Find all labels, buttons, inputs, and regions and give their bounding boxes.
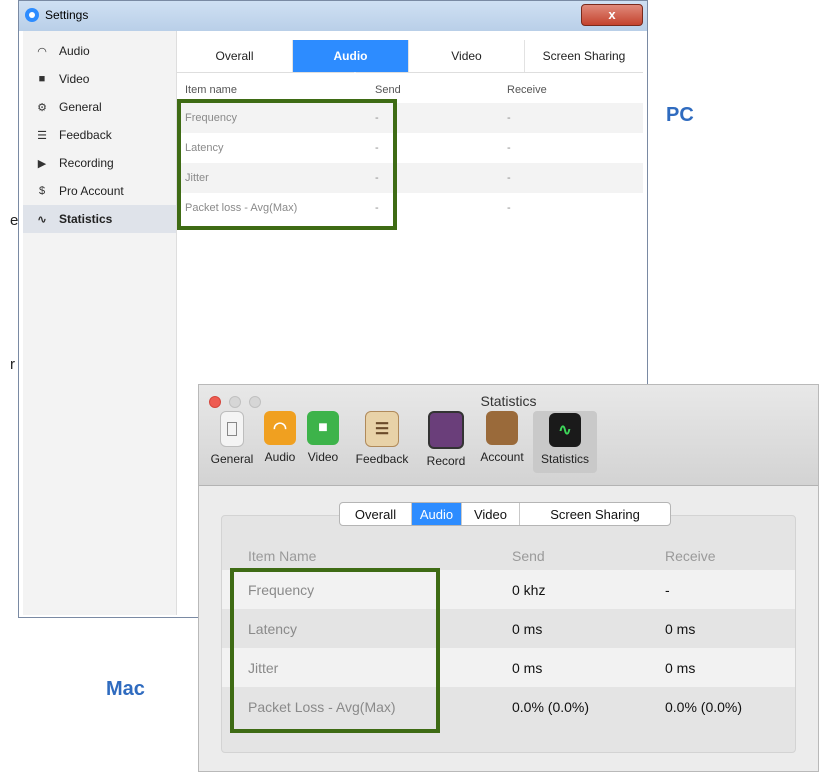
film-icon [428,411,464,449]
pc-window-title: Settings [45,8,89,22]
toolbar-statistics[interactable]: ∿ Statistics [533,411,597,473]
toolbar-video[interactable]: ■ Video [303,411,343,473]
row-send: 0 khz [512,581,546,598]
tab-screen-sharing[interactable]: Screen Sharing [520,503,670,525]
tab-screen-sharing[interactable]: Screen Sharing [525,40,643,72]
sidebar-item-statistics[interactable]: ∿ Statistics [23,205,176,233]
mac-segmented-control: Overall Audio Video Screen Sharing [339,502,671,526]
zoom-app-icon [25,8,39,22]
toolbar-general[interactable]: General [207,411,257,473]
header-item-name: Item name [185,84,237,96]
pulse-icon: ∿ [37,213,47,226]
row-receive: - [507,112,511,124]
header-send: Send [512,547,545,564]
tab-overall[interactable]: Overall [340,503,412,525]
toolbar-label: Statistics [540,452,589,466]
sidebar-item-audio[interactable]: ◠ Audio [23,37,176,65]
header-receive: Receive [507,84,547,96]
row-receive: 0.0% (0.0%) [665,698,743,715]
row-receive: 0 ms [665,659,696,676]
mac-item-highlight-box [230,568,440,733]
toolbar-label: Video [307,450,339,464]
sidebar-item-label: Video [59,72,90,86]
sidebar-item-recording[interactable]: ▶ Recording [23,149,176,177]
toolbar-label: Audio [264,450,296,464]
toolbar-account[interactable]: Account [473,411,531,473]
header-send: Send [375,84,401,96]
row-receive: - [507,172,511,184]
tab-video[interactable]: Video [462,503,520,525]
general-icon [220,411,244,447]
sidebar-item-label: Statistics [59,212,113,226]
header-item-name: Item Name [248,547,317,564]
camera-icon: ■ [307,411,339,445]
mac-window-title: Statistics [480,393,537,409]
tab-video[interactable]: Video [409,40,525,72]
pc-sidebar: ◠ Audio ■ Video ⚙ General ☰ Feedback ▶ R… [23,31,177,615]
toolbar-audio[interactable]: ◠ Audio [261,411,299,473]
sidebar-item-video[interactable]: ■ Video [23,65,176,93]
toolbar-label: General [210,452,254,466]
tab-audio[interactable]: Audio [293,40,409,72]
row-receive: 0 ms [665,620,696,637]
sidebar-item-feedback[interactable]: ☰ Feedback [23,121,176,149]
headphones-icon: ◠ [264,411,296,445]
row-send: 0 ms [512,659,543,676]
sidebar-item-pro-account[interactable]: $ Pro Account [23,177,176,205]
mac-caption: Mac [106,678,145,700]
clipboard-icon: ☰ [365,411,399,447]
wallet-icon [486,411,518,445]
pc-caption: PC [666,104,694,126]
sidebar-item-label: Pro Account [59,184,124,198]
gear-icon: ⚙ [37,101,47,114]
header-receive: Receive [665,547,716,564]
toolbar-label: Account [480,450,524,464]
pc-item-highlight-box [177,99,397,230]
background-text-fragment: r [10,356,15,373]
row-send: 0 ms [512,620,543,637]
dollar-icon: $ [38,185,46,197]
sidebar-item-label: General [59,100,102,114]
tab-overall[interactable]: Overall [177,40,293,72]
sidebar-item-label: Recording [59,156,114,170]
headphones-icon: ◠ [37,45,47,58]
toolbar-label: Record [426,454,466,468]
pc-title-bar[interactable]: Settings x [19,1,647,31]
sidebar-item-label: Feedback [59,128,112,142]
sidebar-item-general[interactable]: ⚙ General [23,93,176,121]
toolbar-record[interactable]: Record [421,411,471,473]
chat-icon: ☰ [37,129,47,142]
tab-audio[interactable]: Audio [412,503,462,525]
row-receive: - [665,581,670,598]
sidebar-item-label: Audio [59,44,90,58]
camera-icon: ■ [38,73,46,85]
close-button[interactable]: x [581,4,643,26]
play-icon: ▶ [37,157,47,170]
row-send: 0.0% (0.0%) [512,698,590,715]
row-receive: - [507,202,511,214]
toolbar-feedback[interactable]: ☰ Feedback [351,411,413,473]
toolbar-label: Feedback [355,452,409,466]
row-receive: - [507,142,511,154]
activity-monitor-icon: ∿ [549,413,581,447]
pc-tab-bar: Overall Audio Video Screen Sharing [177,40,643,78]
mac-toolbar: Statistics General ◠ Audio ■ Video ☰ Fee… [199,385,818,486]
